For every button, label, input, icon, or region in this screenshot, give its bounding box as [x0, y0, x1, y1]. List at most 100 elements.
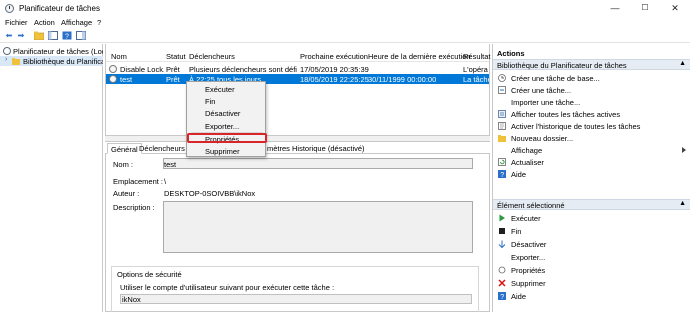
window-title: Planificateur de tâches	[19, 4, 100, 13]
menu-fichier[interactable]: Fichier	[5, 18, 28, 27]
new-folder-icon	[498, 134, 506, 142]
ctx-end[interactable]: Fin	[205, 97, 215, 106]
security-title: Options de sécurité	[117, 270, 182, 279]
action-new-folder[interactable]: Nouveau dossier...	[493, 132, 690, 144]
ctx-delete[interactable]: Supprimer	[205, 147, 240, 156]
cell-result: La tâche	[463, 75, 489, 84]
action-create-task[interactable]: Créer une tâche...	[493, 84, 690, 96]
delete-icon	[498, 279, 506, 287]
tab-history[interactable]: Historique (désactivé)	[289, 143, 368, 154]
action-end[interactable]: Fin	[493, 225, 690, 237]
actions-title: Actions	[497, 49, 525, 58]
action-label: Actualiser	[511, 158, 544, 167]
show-hide-tree-icon[interactable]	[48, 31, 58, 40]
stop-icon	[498, 227, 506, 235]
description-label: Description :	[113, 203, 155, 212]
actions-pane: Actions Bibliothèque du Planificateur de…	[492, 44, 690, 312]
help-icon[interactable]: ?	[62, 31, 72, 41]
tree-item-library[interactable]: › Bibliothèque du Planificateur	[0, 56, 103, 66]
action-label: Fin	[511, 227, 522, 236]
col-next-run[interactable]: Prochaine exécution	[300, 52, 368, 61]
task-icon	[109, 75, 117, 83]
menu-bar: Fichier Action Affichage ?	[0, 17, 690, 29]
action-disable[interactable]: Désactiver	[493, 238, 690, 250]
help-icon: ?	[498, 170, 506, 179]
folder-icon[interactable]	[33, 31, 45, 41]
action-delete[interactable]: Supprimer	[493, 277, 690, 289]
minimize-button[interactable]: —	[600, 0, 630, 17]
action-label: Propriétés	[511, 266, 546, 275]
detail-tabs: Général Déclencheurs mètres Historique (…	[105, 142, 490, 154]
actions-section-selected[interactable]: Élément sélectionné ▲	[493, 199, 690, 210]
tab-triggers[interactable]: Déclencheurs	[136, 143, 188, 154]
cell-status: Prêt	[166, 65, 180, 74]
ctx-export[interactable]: Exporter...	[205, 122, 239, 131]
action-import-task[interactable]: Importer une tâche...	[493, 96, 690, 108]
actions-section-selected-label: Élément sélectionné	[497, 201, 565, 210]
cell-status: Prêt	[166, 75, 180, 84]
action-label: Nouveau dossier...	[511, 134, 574, 143]
action-help[interactable]: ? Aide	[493, 168, 690, 180]
svg-text:?: ?	[500, 294, 504, 300]
action-help-selected[interactable]: ? Aide	[493, 290, 690, 302]
action-create-basic-task[interactable]: Créer une tâche de base...	[493, 72, 690, 84]
actions-section-library[interactable]: Bibliothèque du Planificateur de tâches …	[493, 59, 690, 70]
ctx-run[interactable]: Exécuter	[205, 85, 235, 94]
col-name[interactable]: Nom	[111, 52, 127, 61]
running-tasks-icon	[498, 110, 506, 118]
title-bar: Planificateur de tâches — ☐ ✕	[0, 0, 690, 17]
action-show-running[interactable]: Afficher toutes les tâches actives	[493, 108, 690, 120]
back-arrow-icon[interactable]: ⬅	[4, 31, 14, 40]
folder-icon	[12, 57, 20, 65]
actions-section-library-label: Bibliothèque du Planificateur de tâches	[497, 61, 627, 70]
name-field[interactable]	[163, 158, 473, 169]
action-properties[interactable]: Propriétés	[493, 264, 690, 276]
cell-triggers: Plusieurs déclencheurs sont définis.	[189, 65, 297, 74]
chevron-up-icon[interactable]: ▲	[679, 200, 686, 207]
properties-highlight-box	[187, 133, 267, 143]
col-last-run[interactable]: Heure de la dernière exécution	[368, 52, 471, 61]
table-row[interactable]: Disable Lock... Prêt Plusieurs déclenche…	[106, 64, 489, 74]
action-label: Créer une tâche de base...	[511, 74, 600, 83]
context-menu: Exécuter Fin Désactiver Exporter... Prop…	[186, 81, 267, 157]
action-pane-icon[interactable]	[76, 31, 86, 40]
ctx-disable[interactable]: Désactiver	[205, 109, 240, 118]
chevron-up-icon[interactable]: ▲	[679, 60, 686, 67]
description-field[interactable]	[163, 201, 473, 253]
action-label: Créer une tâche...	[511, 86, 572, 95]
action-label: Afficher toutes les tâches actives	[511, 110, 621, 119]
tree-item-root[interactable]: Planificateur de tâches (Local)	[0, 46, 103, 56]
create-task-icon	[498, 86, 506, 94]
menu-affichage[interactable]: Affichage	[61, 18, 92, 27]
disable-icon	[498, 240, 506, 249]
menu-help[interactable]: ?	[97, 18, 101, 27]
forward-arrow-icon[interactable]: ➡	[16, 31, 26, 40]
action-run[interactable]: Exécuter	[493, 212, 690, 224]
clock-icon	[5, 4, 14, 13]
table-row[interactable]: test Prêt À 22:25 tous les jours 18/05/2…	[106, 74, 489, 84]
cell-next-run: 17/05/2019 20:35:39	[300, 65, 369, 74]
location-value: \	[164, 177, 167, 186]
help-icon: ?	[498, 292, 506, 301]
action-label: Activer l'historique de toutes les tâche…	[511, 122, 641, 131]
create-basic-task-icon	[498, 74, 506, 82]
name-label: Nom :	[113, 160, 134, 169]
action-refresh[interactable]: Actualiser	[493, 156, 690, 168]
action-label: Exporter...	[511, 253, 546, 262]
account-field[interactable]	[120, 294, 472, 304]
chevron-right-icon[interactable]: ›	[5, 56, 7, 63]
col-result[interactable]: Résultat	[463, 52, 491, 61]
toolbar: ⬅ ➡ ?	[0, 29, 690, 43]
action-view[interactable]: Affichage	[493, 144, 690, 156]
close-button[interactable]: ✕	[660, 0, 690, 17]
action-enable-history[interactable]: Activer l'historique de toutes les tâche…	[493, 120, 690, 132]
maximize-button[interactable]: ☐	[630, 0, 660, 17]
action-label: Aide	[511, 292, 527, 301]
col-triggers[interactable]: Déclencheurs	[189, 52, 235, 61]
col-status[interactable]: Statut	[166, 52, 186, 61]
security-text: Utiliser le compte d'utilisateur suivant…	[120, 283, 335, 292]
name-value: test	[164, 160, 177, 169]
action-export[interactable]: Exporter...	[493, 251, 690, 263]
author-value: DESKTOP-0SOIVBB\ikNox	[164, 189, 256, 198]
menu-action[interactable]: Action	[34, 18, 55, 27]
